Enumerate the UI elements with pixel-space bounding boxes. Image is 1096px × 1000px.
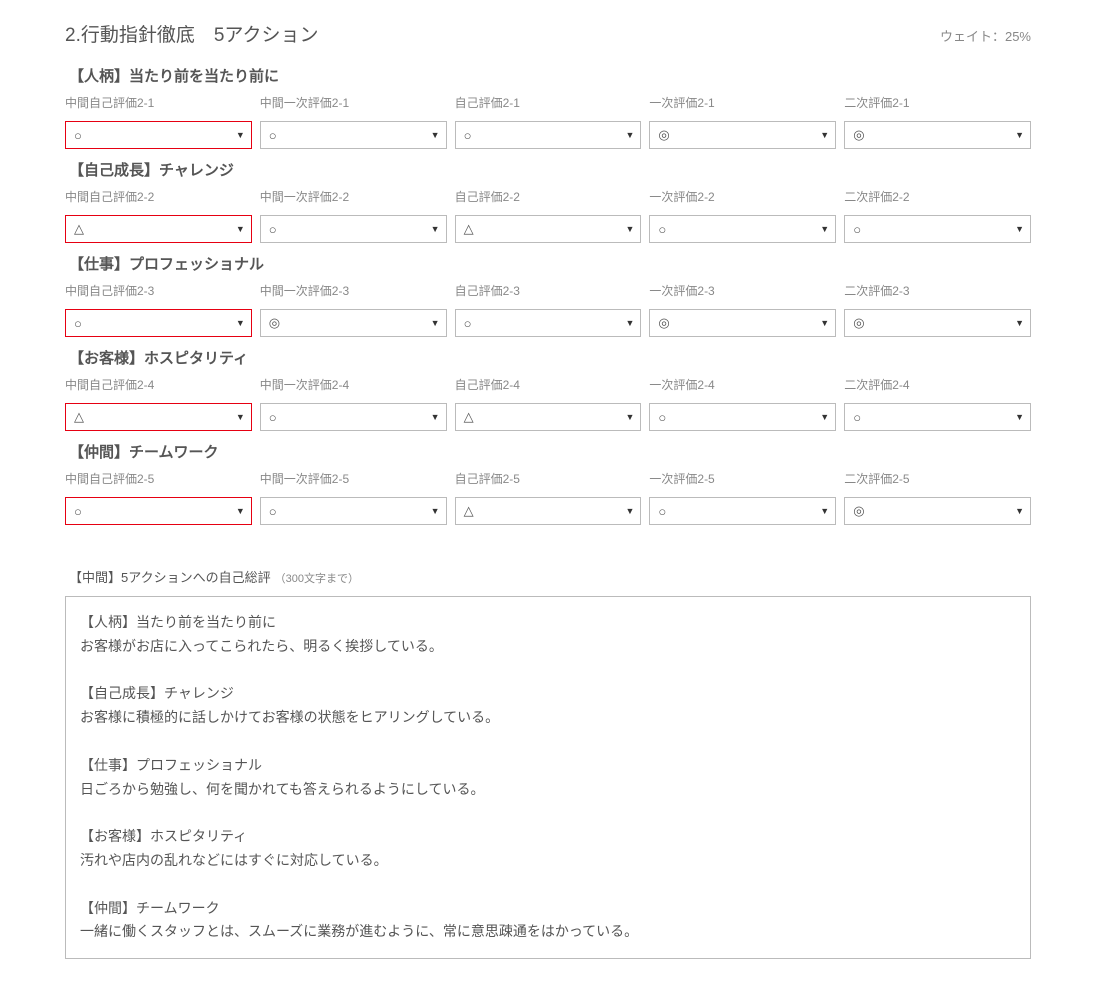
field-label: 自己評価2-1 [455,94,642,111]
evaluation-select[interactable]: ◎ [844,497,1031,525]
evaluation-select[interactable]: ○ [65,497,252,525]
evaluation-select[interactable]: ○ [649,215,836,243]
subsection-title: 【人柄】当たり前を当たり前に [69,65,1031,86]
evaluation-select[interactable]: ◎ [649,309,836,337]
evaluation-select[interactable]: ◎ [260,309,447,337]
field-label: 自己評価2-5 [455,470,642,487]
evaluation-select[interactable]: ○ [844,215,1031,243]
field-label: 中間一次評価2-1 [260,94,447,111]
comment-sublabel: （300文字まで） [275,573,359,585]
evaluation-select[interactable]: △ [65,403,252,431]
evaluation-select[interactable]: △ [455,497,642,525]
field-label: 中間一次評価2-5 [260,470,447,487]
evaluation-select[interactable]: ○ [649,403,836,431]
field-label: 中間自己評価2-4 [65,376,252,393]
evaluation-select[interactable]: ○ [65,121,252,149]
field-label: 中間一次評価2-2 [260,188,447,205]
subsection-title: 【自己成長】チャレンジ [69,159,1031,180]
field-label: 中間自己評価2-1 [65,94,252,111]
field-label: 二次評価2-2 [844,188,1031,205]
subsection-title: 【仕事】プロフェッショナル [69,253,1031,274]
field-label: 自己評価2-3 [455,282,642,299]
field-label: 一次評価2-5 [649,470,836,487]
comment-heading: 【中間】5アクションへの自己総評 （300文字まで） [69,567,1031,586]
field-label: 二次評価2-1 [844,94,1031,111]
evaluation-select[interactable]: ○ [260,497,447,525]
field-label: 中間一次評価2-3 [260,282,447,299]
subsection-title: 【仲間】チームワーク [69,441,1031,462]
evaluation-select[interactable]: ○ [455,309,642,337]
weight-label: ウェイト：25% [940,26,1031,45]
subsection-title: 【お客様】ホスピタリティ [69,347,1031,368]
field-label: 二次評価2-4 [844,376,1031,393]
evaluation-select[interactable]: ○ [844,403,1031,431]
comment-textarea[interactable]: 【人柄】当たり前を当たり前に お客様がお店に入ってこられたら、明るく挨拶している… [65,596,1031,959]
section-title: 2.行動指針徹底 5アクション [65,20,318,47]
evaluation-select[interactable]: ○ [649,497,836,525]
field-label: 二次評価2-5 [844,470,1031,487]
field-label: 中間自己評価2-2 [65,188,252,205]
field-label: 自己評価2-4 [455,376,642,393]
evaluation-select[interactable]: ○ [455,121,642,149]
field-label: 自己評価2-2 [455,188,642,205]
field-label: 一次評価2-3 [649,282,836,299]
field-label: 中間自己評価2-3 [65,282,252,299]
evaluation-select[interactable]: △ [455,403,642,431]
evaluation-select[interactable]: ○ [260,215,447,243]
field-label: 二次評価2-3 [844,282,1031,299]
evaluation-select[interactable]: ○ [65,309,252,337]
evaluation-select[interactable]: △ [455,215,642,243]
field-label: 一次評価2-1 [649,94,836,111]
evaluation-select[interactable]: ○ [260,403,447,431]
evaluation-select[interactable]: ○ [260,121,447,149]
field-label: 一次評価2-2 [649,188,836,205]
evaluation-select[interactable]: △ [65,215,252,243]
evaluation-select[interactable]: ◎ [844,121,1031,149]
evaluation-select[interactable]: ◎ [649,121,836,149]
comment-label-text: 【中間】5アクションへの自己総評 [69,570,271,585]
field-label: 一次評価2-4 [649,376,836,393]
evaluation-select[interactable]: ◎ [844,309,1031,337]
field-label: 中間自己評価2-5 [65,470,252,487]
field-label: 中間一次評価2-4 [260,376,447,393]
